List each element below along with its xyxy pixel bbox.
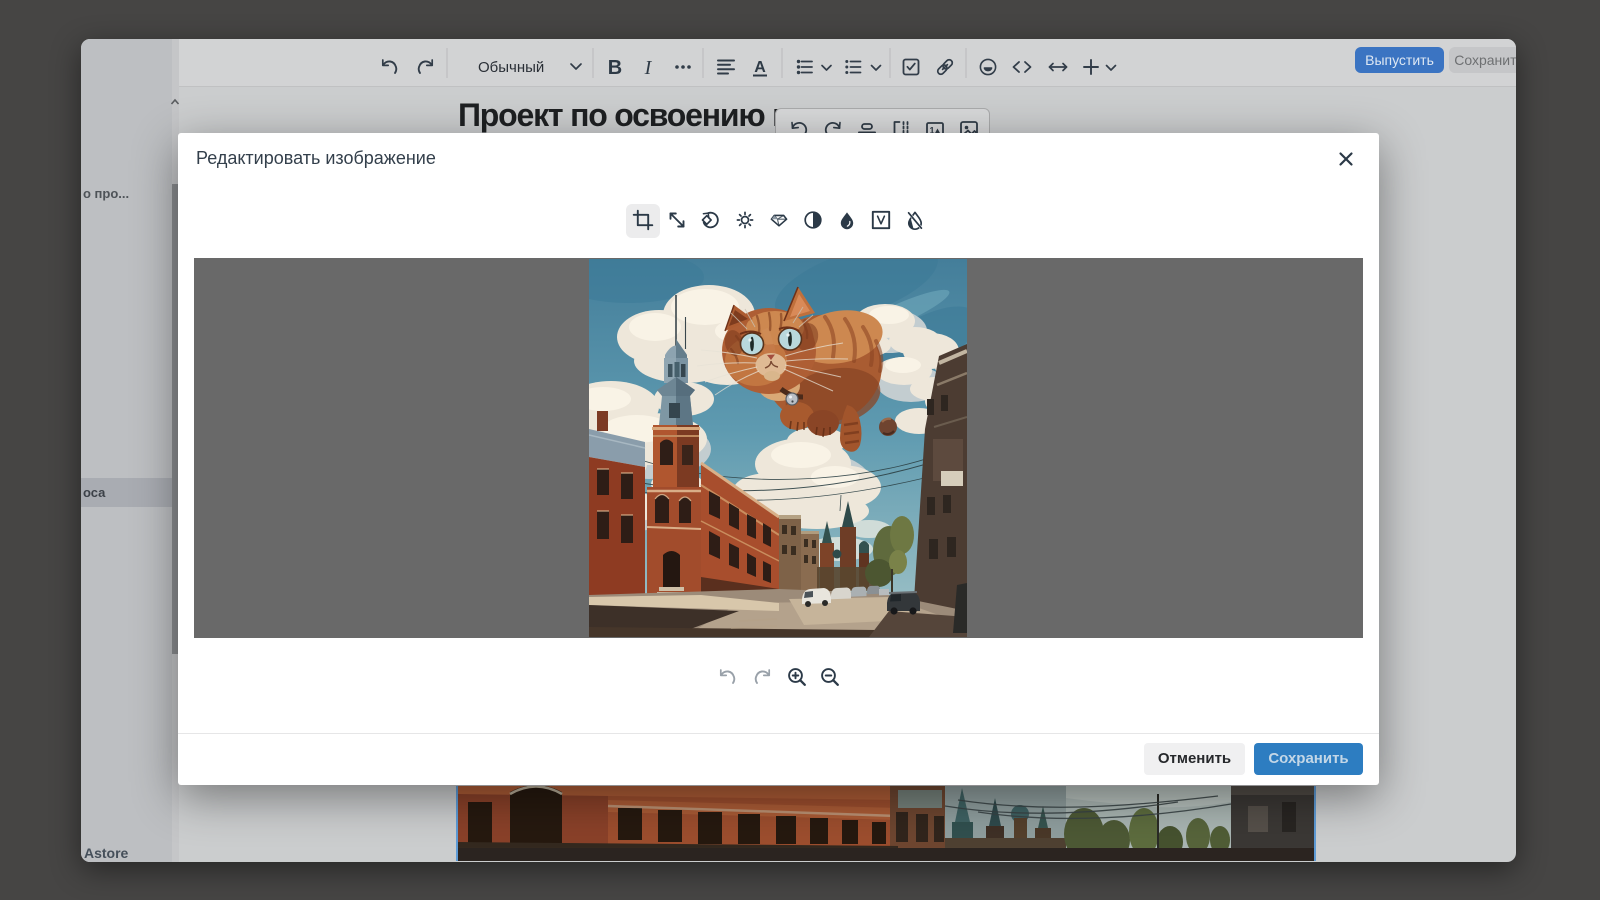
svg-text:I: I	[644, 57, 653, 79]
svg-text:Обычный: Обычный	[478, 59, 544, 76]
svg-text:B: B	[608, 57, 622, 79]
svg-text:A: A	[754, 59, 766, 76]
